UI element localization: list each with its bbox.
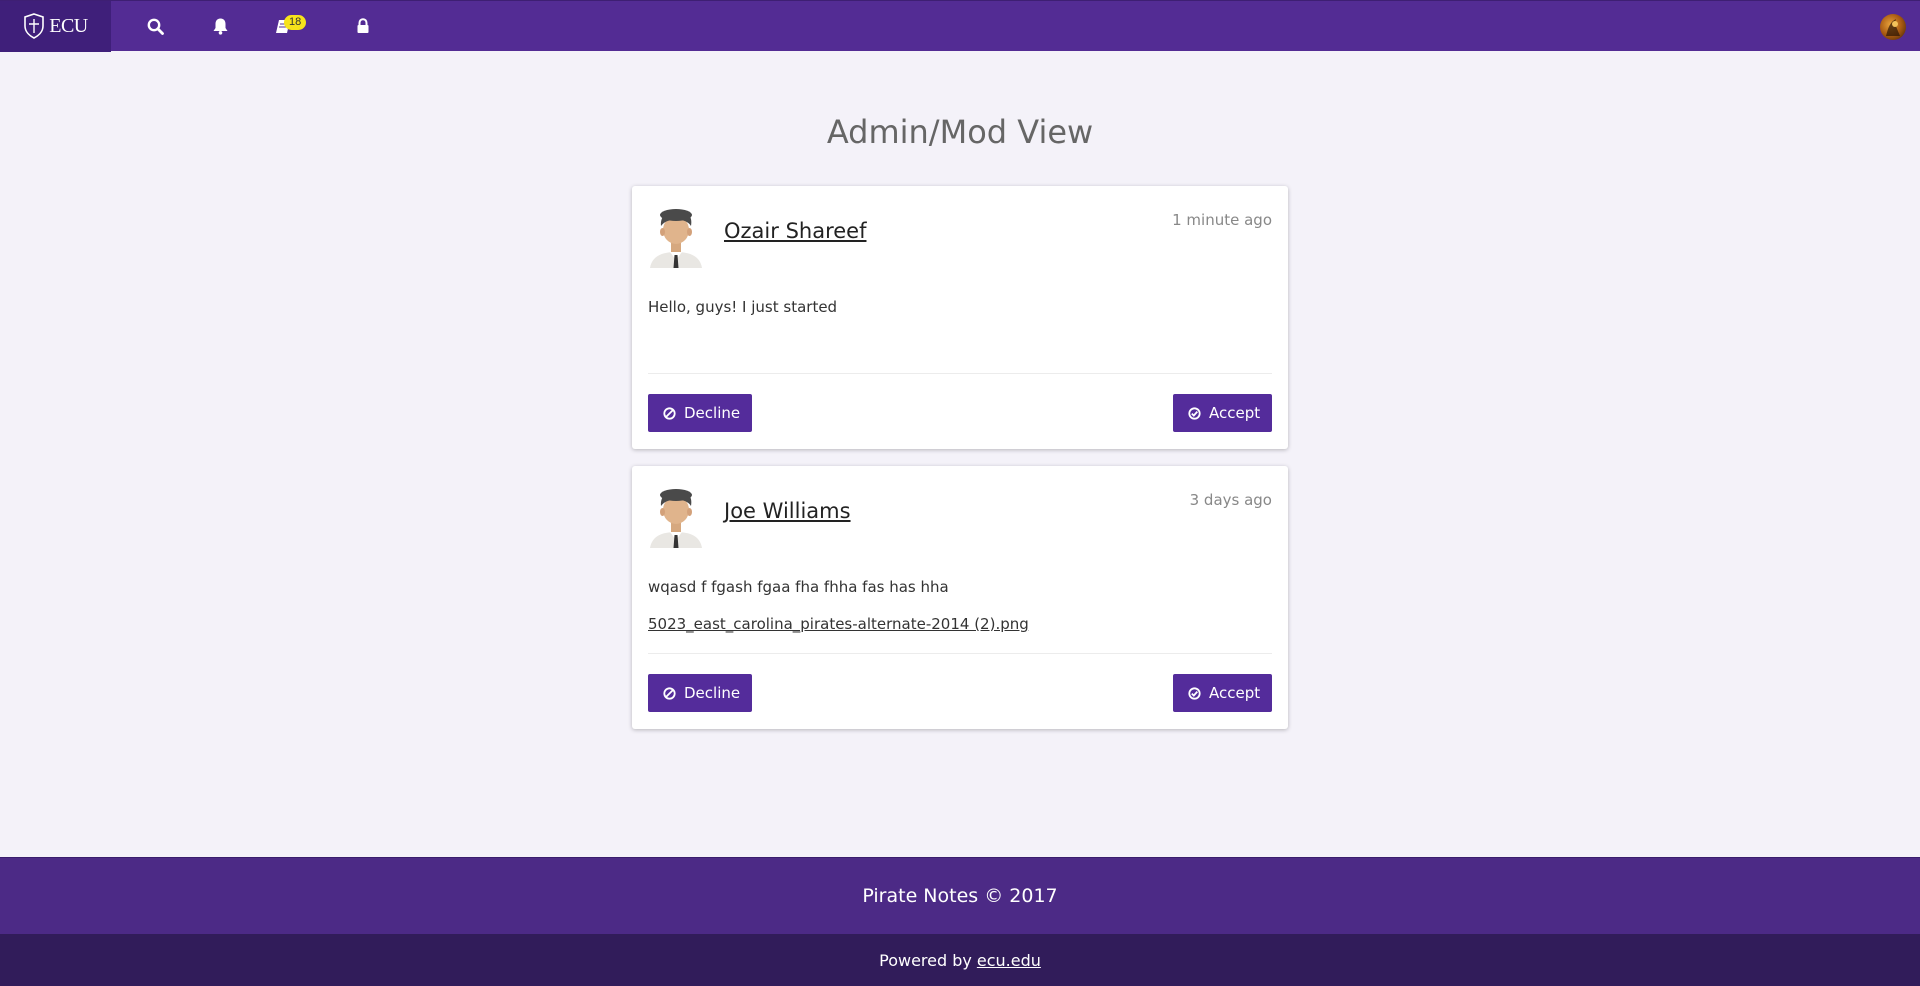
author-avatar-icon bbox=[650, 209, 702, 268]
top-navbar: ECU 18 bbox=[0, 0, 1920, 52]
ecu-link[interactable]: ecu.edu bbox=[977, 951, 1041, 970]
author-name-link[interactable]: Joe Williams bbox=[724, 499, 851, 523]
decline-button[interactable]: Decline bbox=[648, 674, 752, 712]
author-name-link[interactable]: Ozair Shareef bbox=[724, 219, 866, 243]
search-icon bbox=[147, 18, 164, 35]
post-card: Ozair Shareef 1 minute ago Hello, guys! … bbox=[632, 186, 1288, 449]
accept-button[interactable]: Accept bbox=[1173, 674, 1272, 712]
brand-logo[interactable]: ECU bbox=[0, 0, 111, 52]
post-content: wqasd f fgash fgaa fha fhha fas has hha bbox=[648, 578, 949, 596]
post-card: Joe Williams 3 days ago wqasd f fgash fg… bbox=[632, 466, 1288, 729]
card-divider bbox=[648, 653, 1272, 654]
notes-count-badge: 18 bbox=[284, 14, 307, 30]
ban-icon bbox=[663, 686, 676, 700]
page-title: Admin/Mod View bbox=[826, 113, 1094, 151]
ban-icon bbox=[663, 406, 676, 420]
lock-icon bbox=[357, 18, 369, 33]
nav-notes-button[interactable]: 18 bbox=[263, 1, 307, 52]
accept-label: Accept bbox=[1209, 684, 1261, 702]
decline-label: Decline bbox=[684, 404, 741, 422]
attachment-link[interactable]: 5023_east_carolina_pirates-alternate-201… bbox=[648, 615, 1029, 633]
copyright-text: Pirate Notes © 2017 bbox=[862, 885, 1058, 907]
user-avatar[interactable] bbox=[1880, 14, 1906, 40]
footer-copyright: Pirate Notes © 2017 bbox=[0, 857, 1920, 934]
bell-icon bbox=[213, 18, 227, 35]
nav-notifications-button[interactable] bbox=[200, 1, 240, 52]
post-timestamp: 3 days ago bbox=[1189, 491, 1272, 509]
accept-button[interactable]: Accept bbox=[1173, 394, 1272, 432]
decline-label: Decline bbox=[684, 684, 741, 702]
nav-search-button[interactable] bbox=[135, 1, 175, 52]
card-divider bbox=[648, 373, 1272, 374]
brand-text: ECU bbox=[49, 14, 88, 37]
user-avatar-image bbox=[1886, 19, 1900, 36]
powered-by-text: Powered by bbox=[879, 950, 972, 970]
shield-logo-icon bbox=[24, 13, 45, 39]
author-avatar-icon bbox=[650, 489, 702, 548]
decline-button[interactable]: Decline bbox=[648, 394, 752, 432]
post-content: Hello, guys! I just started bbox=[648, 298, 838, 316]
check-circle-icon bbox=[1188, 406, 1201, 420]
accept-label: Accept bbox=[1209, 404, 1261, 422]
post-timestamp: 1 minute ago bbox=[1172, 211, 1272, 229]
check-circle-icon bbox=[1188, 686, 1201, 700]
footer-powered-by: Powered by ecu.edu bbox=[0, 934, 1920, 986]
nav-lock-button[interactable] bbox=[343, 1, 383, 52]
